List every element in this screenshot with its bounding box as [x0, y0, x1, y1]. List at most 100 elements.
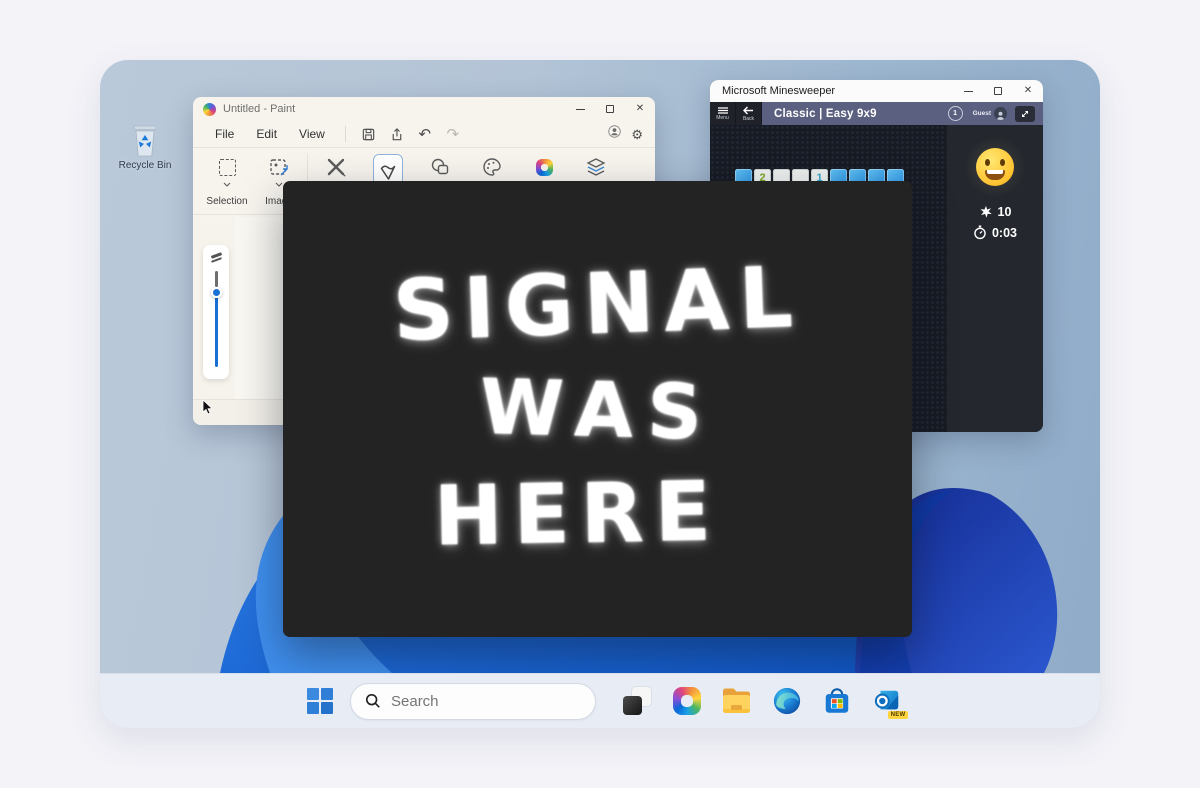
chevron-down-icon [275, 182, 283, 187]
maximize-icon [994, 87, 1002, 95]
minesweeper-stats-panel: 10 0:03 [947, 125, 1043, 432]
colors-tool[interactable] [466, 154, 518, 180]
search-icon [365, 693, 381, 709]
brush-icon [378, 162, 398, 182]
smiley-glow [963, 135, 1027, 199]
copilot-tool[interactable] [518, 154, 570, 180]
close-button[interactable]: ✕ [625, 97, 655, 121]
tools-tool[interactable] [310, 154, 362, 180]
outlook-button[interactable]: NEW [870, 684, 904, 718]
paint-menubar: File Edit View ↶ ↷ [193, 121, 655, 147]
start-button[interactable] [305, 686, 335, 716]
shapes-tool[interactable] [414, 154, 466, 180]
recycle-bin-label: Recycle Bin [114, 160, 176, 171]
menu-button[interactable]: Menu [710, 102, 735, 125]
close-icon: ✕ [636, 104, 644, 114]
menu-file[interactable]: File [205, 124, 244, 144]
windows-logo-icon [306, 687, 334, 715]
expand-icon [1020, 109, 1030, 119]
hamburger-icon [718, 107, 728, 114]
outlook-new-badge: NEW [888, 711, 908, 719]
copilot-button[interactable] [670, 684, 704, 718]
mouse-cursor [202, 399, 214, 415]
minesweeper-titlebar[interactable]: Microsoft Minesweeper ✕ [710, 80, 1043, 102]
save-button[interactable] [356, 124, 382, 144]
shapes-icon [429, 156, 451, 178]
paint-titlebar[interactable]: Untitled - Paint ✕ [193, 97, 655, 121]
layers-tool[interactable] [570, 154, 622, 180]
taskbar: NEW [100, 673, 1100, 728]
mine-counter: 10 [979, 205, 1012, 219]
task-view-icon [623, 687, 651, 715]
minimize-button[interactable] [953, 80, 983, 102]
image-crop-icon [268, 156, 290, 178]
fullscreen-button[interactable] [1015, 106, 1035, 122]
edge-button[interactable] [770, 684, 804, 718]
selection-icon [219, 159, 236, 176]
desktop-frame: Recycle Bin Untitled - Paint ✕ File Edit… [100, 60, 1100, 728]
redo-button[interactable]: ↷ [440, 124, 466, 144]
pencil-tools-icon [324, 155, 348, 179]
person-icon [996, 111, 1005, 120]
redo-icon: ↷ [447, 127, 460, 142]
stopwatch-icon [973, 225, 987, 240]
settings-button[interactable]: ⚙ [631, 128, 643, 141]
menu-view[interactable]: View [289, 124, 335, 144]
timer: 0:03 [973, 225, 1017, 240]
minimize-button[interactable] [565, 97, 595, 121]
chevron-down-icon [223, 182, 231, 187]
minimize-icon [964, 91, 973, 92]
user-name: Guest [973, 110, 991, 117]
share-button[interactable] [384, 124, 410, 144]
task-view-button[interactable] [620, 684, 654, 718]
copilot-icon [536, 159, 553, 176]
paint-window-title: Untitled - Paint [223, 103, 565, 115]
trophy-icon[interactable]: 1 [948, 106, 963, 121]
back-arrow-icon [743, 106, 754, 115]
smiley-face-icon[interactable] [976, 148, 1014, 186]
spray-text-line: HERE [433, 471, 722, 558]
signal-overlay-window: SIGNAL WAS HERE [283, 181, 912, 637]
recycle-bin-icon [129, 124, 161, 158]
minesweeper-window-title: Microsoft Minesweeper [722, 85, 953, 97]
divider [345, 126, 346, 142]
avatar[interactable] [994, 107, 1007, 120]
undo-button[interactable]: ↶ [412, 124, 438, 144]
search-input[interactable] [391, 693, 551, 710]
game-mode-label: Classic | Easy 9x9 [774, 108, 948, 120]
copilot-icon [673, 687, 701, 715]
account-button[interactable] [608, 125, 621, 143]
mine-icon [979, 205, 993, 219]
minimize-icon [576, 109, 585, 110]
microsoft-store-icon [822, 686, 852, 716]
maximize-button[interactable] [983, 80, 1013, 102]
mode-bar: Classic | Easy 9x9 1 Guest [762, 102, 1043, 125]
selection-tool[interactable]: Selection [201, 154, 253, 207]
taskbar-search[interactable] [350, 683, 596, 720]
paint-app-icon [203, 103, 216, 116]
share-icon [389, 127, 404, 142]
account-icon [608, 125, 621, 138]
file-explorer-button[interactable] [720, 684, 754, 718]
undo-icon: ↶ [419, 127, 432, 142]
thickness-icon [211, 252, 222, 263]
maximize-button[interactable] [595, 97, 625, 121]
brush-size-slider[interactable] [215, 271, 218, 367]
maximize-icon [606, 105, 614, 113]
recycle-bin-shortcut[interactable]: Recycle Bin [114, 124, 176, 171]
time-value: 0:03 [992, 226, 1017, 240]
slider-thumb[interactable] [211, 287, 222, 298]
selection-label: Selection [206, 196, 247, 207]
palette-icon [481, 156, 503, 178]
menu-edit[interactable]: Edit [246, 124, 287, 144]
file-explorer-icon [721, 687, 753, 715]
minesweeper-toolbar: Menu Back Classic | Easy 9x9 1 Guest [710, 102, 1043, 125]
menu-button-label: Menu [716, 115, 729, 121]
back-button-label: Back [743, 116, 754, 122]
spray-text-line: SIGNAL [391, 255, 803, 353]
edge-icon [772, 686, 802, 716]
back-button[interactable]: Back [736, 102, 761, 125]
mine-count: 10 [998, 205, 1012, 219]
microsoft-store-button[interactable] [820, 684, 854, 718]
close-button[interactable]: ✕ [1013, 80, 1043, 102]
